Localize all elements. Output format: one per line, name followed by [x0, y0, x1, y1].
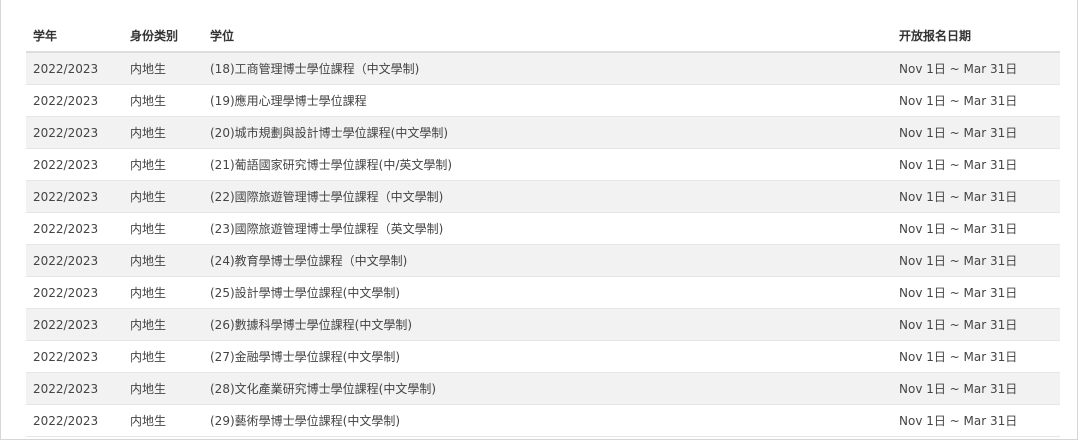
- cell-year: 2022/2023: [26, 180, 123, 213]
- cell-open-date: Nov 1日 ~ Mar 31日: [892, 116, 1060, 149]
- cell-degree: (29)藝術學博士學位課程(中文學制): [203, 404, 892, 437]
- table-header-row: 学年 身份类别 学位 开放报名日期: [26, 19, 1060, 53]
- cell-year: 2022/2023: [26, 340, 123, 373]
- cell-year: 2022/2023: [26, 84, 123, 117]
- cell-degree: (18)工商管理博士學位課程（中文學制): [203, 52, 892, 85]
- cell-degree: (20)城市規劃與設計博士學位課程(中文學制): [203, 116, 892, 149]
- table-panel: 学年 身份类别 学位 开放报名日期 2022/2023 内地生 (18)工商管理博士…: [0, 0, 1078, 440]
- cell-degree: (19)應用心理學博士學位課程: [203, 84, 892, 117]
- column-header-degree: 学位: [203, 19, 892, 53]
- cell-degree: (25)設計學博士學位課程(中文學制): [203, 276, 892, 309]
- table-row: 2022/2023 内地生 (25)設計學博士學位課程(中文學制) Nov 1日 ~ …: [26, 276, 1060, 309]
- cell-identity: 内地生: [123, 116, 203, 149]
- cell-open-date: Nov 1日 ~ Mar 31日: [892, 372, 1060, 405]
- cell-degree: (26)數據科學博士學位課程(中文學制): [203, 308, 892, 341]
- cell-degree: (24)教育學博士學位課程（中文學制): [203, 244, 892, 277]
- table-row: 2022/2023 内地生 (21)葡語國家研究博士學位課程(中/英文學制) Nov …: [26, 148, 1060, 181]
- cell-year: 2022/2023: [26, 276, 123, 309]
- table-body: 2022/2023 内地生 (18)工商管理博士學位課程（中文學制) Nov 1日 ~…: [26, 52, 1060, 437]
- cell-open-date: Nov 1日 ~ Mar 31日: [892, 308, 1060, 341]
- table-row: 2022/2023 内地生 (26)數據科學博士學位課程(中文學制) Nov 1日 ~…: [26, 308, 1060, 341]
- cell-year: 2022/2023: [26, 404, 123, 437]
- cell-year: 2022/2023: [26, 148, 123, 181]
- cell-year: 2022/2023: [26, 244, 123, 277]
- cell-identity: 内地生: [123, 244, 203, 277]
- cell-identity: 内地生: [123, 52, 203, 85]
- table-row: 2022/2023 内地生 (18)工商管理博士學位課程（中文學制) Nov 1日 ~…: [26, 52, 1060, 85]
- table-row: 2022/2023 内地生 (19)應用心理學博士學位課程 Nov 1日 ~ Mar …: [26, 84, 1060, 117]
- table-row: 2022/2023 内地生 (29)藝術學博士學位課程(中文學制) Nov 1日 ~ …: [26, 404, 1060, 437]
- cell-degree: (23)國際旅遊管理博士學位課程（英文學制): [203, 212, 892, 245]
- admission-table: 学年 身份类别 学位 开放报名日期 2022/2023 内地生 (18)工商管理博士…: [26, 19, 1060, 437]
- cell-identity: 内地生: [123, 180, 203, 213]
- cell-open-date: Nov 1日 ~ Mar 31日: [892, 340, 1060, 373]
- cell-identity: 内地生: [123, 308, 203, 341]
- cell-year: 2022/2023: [26, 372, 123, 405]
- table-row: 2022/2023 内地生 (23)國際旅遊管理博士學位課程（英文學制) Nov 1日…: [26, 212, 1060, 245]
- cell-identity: 内地生: [123, 372, 203, 405]
- cell-degree: (28)文化產業研究博士學位課程(中文學制): [203, 372, 892, 405]
- cell-open-date: Nov 1日 ~ Mar 31日: [892, 180, 1060, 213]
- cell-identity: 内地生: [123, 84, 203, 117]
- cell-open-date: Nov 1日 ~ Mar 31日: [892, 84, 1060, 117]
- cell-year: 2022/2023: [26, 212, 123, 245]
- cell-year: 2022/2023: [26, 116, 123, 149]
- table-row: 2022/2023 内地生 (28)文化產業研究博士學位課程(中文學制) Nov 1日…: [26, 372, 1060, 405]
- cell-year: 2022/2023: [26, 52, 123, 85]
- cell-year: 2022/2023: [26, 308, 123, 341]
- cell-identity: 内地生: [123, 276, 203, 309]
- cell-open-date: Nov 1日 ~ Mar 31日: [892, 148, 1060, 181]
- cell-open-date: Nov 1日 ~ Mar 31日: [892, 52, 1060, 85]
- column-header-identity: 身份类别: [123, 19, 203, 53]
- table-row: 2022/2023 内地生 (20)城市規劃與設計博士學位課程(中文學制) Nov 1…: [26, 116, 1060, 149]
- cell-open-date: Nov 1日 ~ Mar 31日: [892, 244, 1060, 277]
- table-row: 2022/2023 内地生 (27)金融學博士學位課程(中文學制) Nov 1日 ~ …: [26, 340, 1060, 373]
- cell-degree: (21)葡語國家研究博士學位課程(中/英文學制): [203, 148, 892, 181]
- cell-open-date: Nov 1日 ~ Mar 31日: [892, 276, 1060, 309]
- cell-identity: 内地生: [123, 148, 203, 181]
- cell-open-date: Nov 1日 ~ Mar 31日: [892, 212, 1060, 245]
- column-header-year: 学年: [26, 19, 123, 53]
- cell-open-date: Nov 1日 ~ Mar 31日: [892, 404, 1060, 437]
- cell-identity: 内地生: [123, 404, 203, 437]
- cell-identity: 内地生: [123, 212, 203, 245]
- table-row: 2022/2023 内地生 (22)國際旅遊管理博士學位課程（中文學制) Nov 1日…: [26, 180, 1060, 213]
- cell-degree: (22)國際旅遊管理博士學位課程（中文學制): [203, 180, 892, 213]
- cell-degree: (27)金融學博士學位課程(中文學制): [203, 340, 892, 373]
- table-row: 2022/2023 内地生 (24)教育學博士學位課程（中文學制) Nov 1日 ~ …: [26, 244, 1060, 277]
- cell-identity: 内地生: [123, 340, 203, 373]
- column-header-open-date: 开放报名日期: [892, 19, 1060, 53]
